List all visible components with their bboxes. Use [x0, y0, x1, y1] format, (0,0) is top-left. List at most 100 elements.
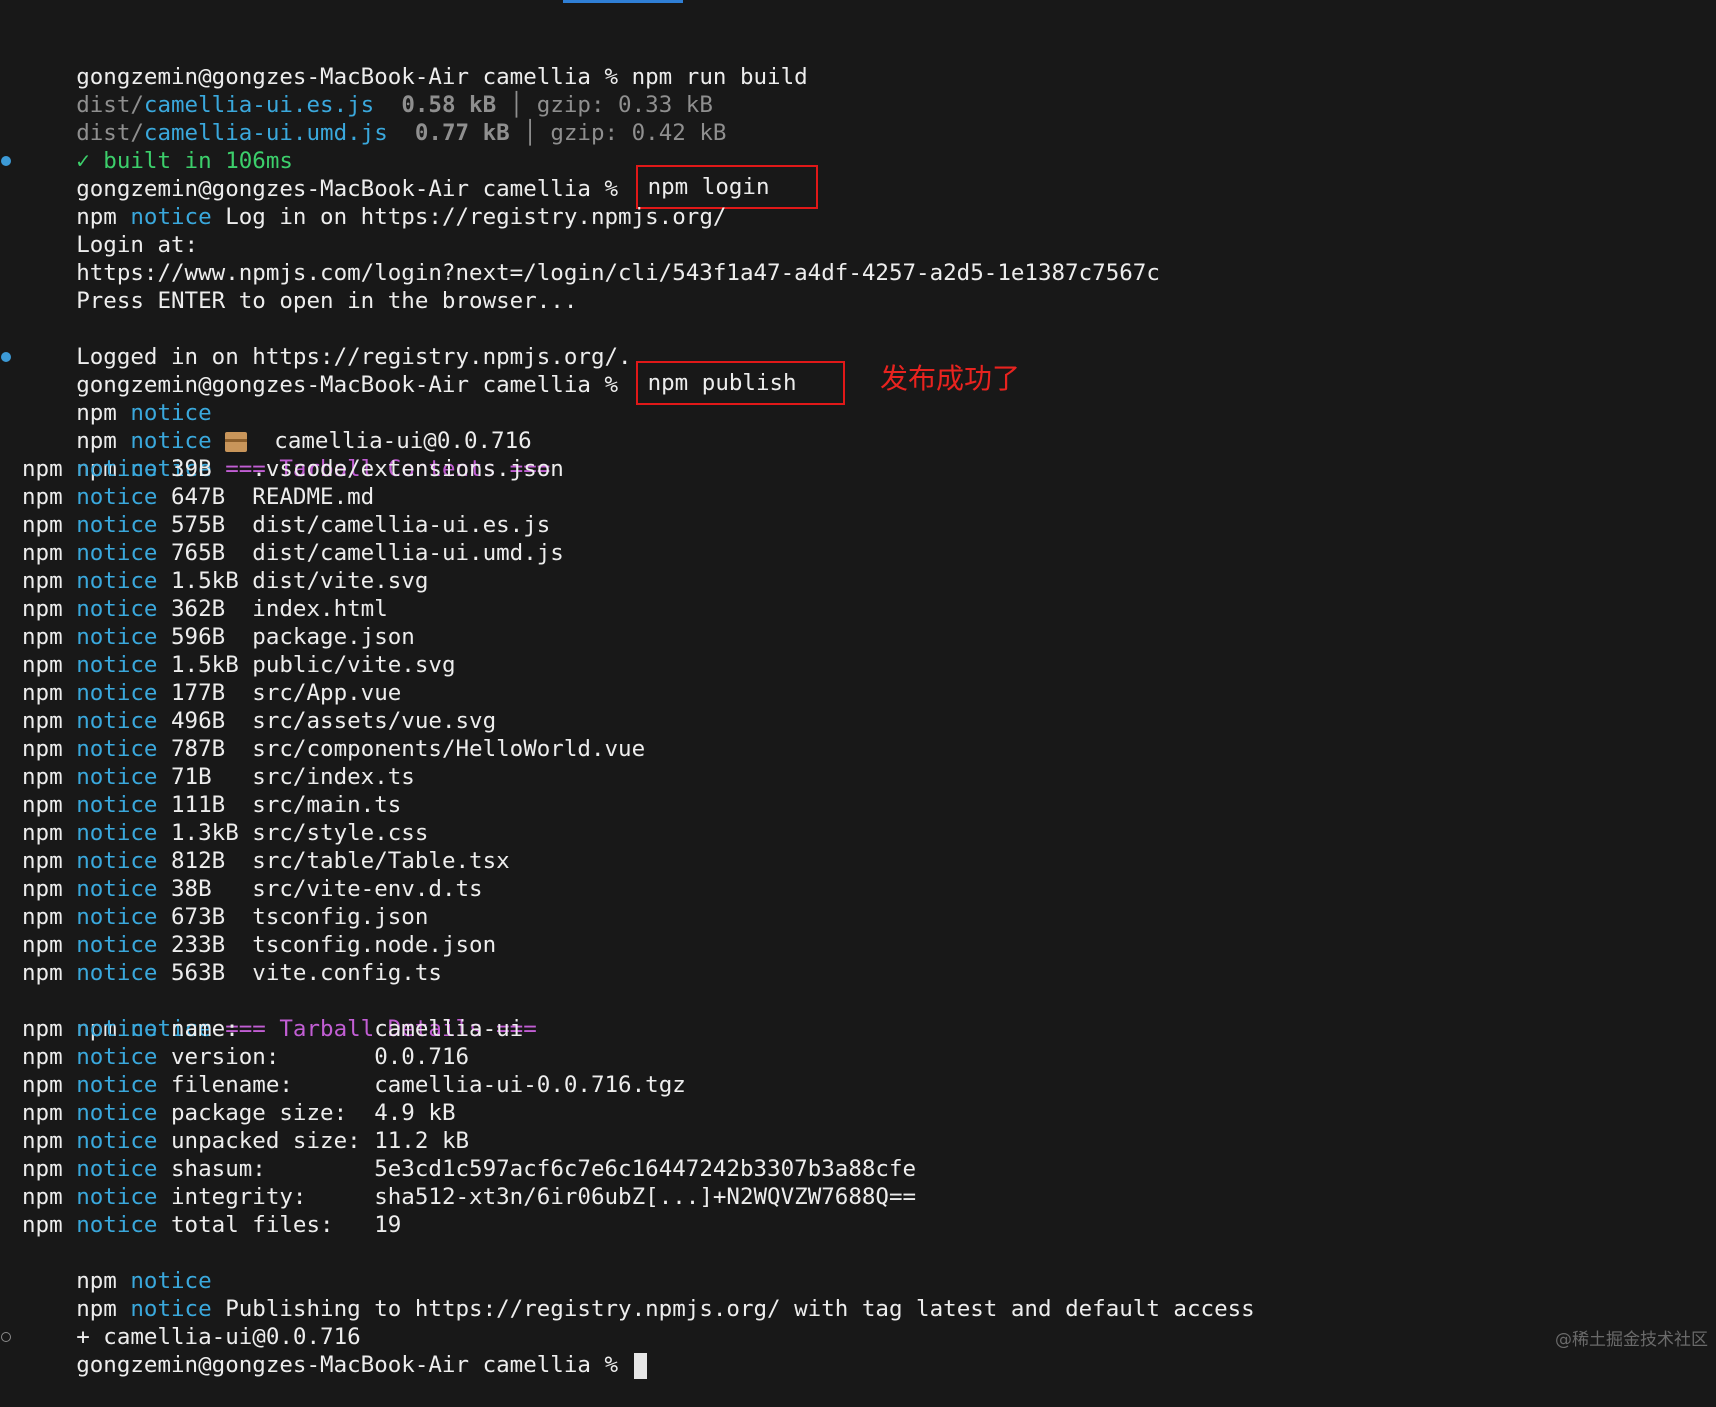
file-size: 673B: [171, 904, 239, 930]
file-path: public/vite.svg: [252, 652, 456, 678]
file-path: src/assets/vue.svg: [252, 708, 497, 734]
tarball-file-row: npm notice 812B src/table/Table.tsx: [0, 847, 1716, 875]
terminal-output[interactable]: gongzemin@gongzes-MacBook-Air camellia %…: [0, 35, 1716, 1379]
terminal-line: npm notice camellia-ui@0.0.716: [0, 399, 1716, 454]
npm-label: npm: [22, 540, 63, 566]
tarball-file-row: npm notice 177B src/App.vue: [0, 679, 1716, 707]
tarball-file-row: npm notice 787B src/components/HelloWorl…: [0, 735, 1716, 763]
tarball-detail-row: npm notice integrity: sha512-xt3n/6ir06u…: [0, 1183, 1716, 1211]
npm-label: npm: [22, 1044, 63, 1070]
terminal-line: Logged in on https://registry.npmjs.org/…: [0, 315, 1716, 370]
tarball-file-row: npm notice 673B tsconfig.json: [0, 903, 1716, 931]
file-path: src/components/HelloWorld.vue: [252, 736, 646, 762]
npm-label: npm: [22, 1212, 63, 1238]
terminal-line: npm notice === Tarball Details ===: [0, 987, 1716, 1042]
tarball-file-row: npm notice 575B dist/camellia-ui.es.js: [0, 511, 1716, 539]
text-cursor: [633, 1352, 647, 1379]
terminal-line: npm notice: [0, 1239, 1716, 1294]
npm-label: npm: [22, 820, 63, 846]
detail-value: 0.0.716: [374, 1044, 470, 1070]
command-status-dot: [1, 156, 11, 166]
notice-label: notice: [76, 764, 158, 790]
terminal-line: npm notice Publishing to https://registr…: [0, 1267, 1716, 1322]
npm-label: npm: [22, 1016, 63, 1042]
file-path: .vscode/extensions.json: [252, 456, 564, 482]
notice-label: notice: [76, 904, 158, 930]
terminal-line: + camellia-ui@0.0.716: [0, 1295, 1716, 1350]
npm-label: npm: [22, 568, 63, 594]
npm-label: npm: [22, 764, 63, 790]
tarball-file-row: npm notice 596B package.json: [0, 623, 1716, 651]
terminal-line: npm notice === Tarball Contents ===: [0, 427, 1716, 482]
detail-key: shasum:: [171, 1156, 375, 1182]
detail-value: camellia-ui-0.0.716.tgz: [374, 1072, 686, 1098]
notice-label: notice: [76, 1156, 158, 1182]
tarball-file-row: npm notice 71B src/index.ts: [0, 763, 1716, 791]
file-path: tsconfig.json: [252, 904, 429, 930]
file-size: 39B: [171, 456, 239, 482]
detail-value: 4.9 kB: [374, 1100, 456, 1126]
terminal-line: npm notice: [0, 371, 1716, 426]
file-size: 111B: [171, 792, 239, 818]
detail-key: unpacked size:: [171, 1128, 375, 1154]
tarball-file-row: npm notice 1.3kB src/style.css: [0, 819, 1716, 847]
tarball-file-row: npm notice 39B .vscode/extensions.json: [0, 455, 1716, 483]
terminal-line: ✓ built in 106ms: [0, 119, 1716, 174]
success-annotation: 发布成功了: [880, 362, 1021, 395]
notice-label: notice: [76, 596, 158, 622]
notice-label: notice: [76, 680, 158, 706]
npm-label: npm: [22, 624, 63, 650]
notice-label: notice: [76, 1184, 158, 1210]
detail-value: 11.2 kB: [374, 1128, 470, 1154]
npm-label: npm: [22, 904, 63, 930]
file-size: 787B: [171, 736, 239, 762]
file-path: src/App.vue: [252, 680, 402, 706]
npm-label: npm: [22, 848, 63, 874]
file-path: src/index.ts: [252, 764, 415, 790]
file-path: package.json: [252, 624, 415, 650]
tarball-file-row: npm notice 496B src/assets/vue.svg: [0, 707, 1716, 735]
detail-value: camellia-ui: [374, 1016, 524, 1042]
notice-label: notice: [76, 960, 158, 986]
npm-label: npm: [22, 932, 63, 958]
file-path: dist/camellia-ui.es.js: [252, 512, 551, 538]
tarball-file-row: npm notice 765B dist/camellia-ui.umd.js: [0, 539, 1716, 567]
detail-key: filename:: [171, 1072, 375, 1098]
file-path: README.md: [252, 484, 375, 510]
npm-label: npm: [22, 1100, 63, 1126]
npm-label: npm: [22, 736, 63, 762]
tarball-file-row: npm notice 111B src/main.ts: [0, 791, 1716, 819]
notice-label: notice: [76, 820, 158, 846]
terminal-line: gongzemin@gongzes-MacBook-Air camellia %…: [0, 147, 1716, 209]
file-path: index.html: [252, 596, 388, 622]
tarball-file-row: npm notice 38B src/vite-env.d.ts: [0, 875, 1716, 903]
npm-label: npm: [22, 596, 63, 622]
file-size: 71B: [171, 764, 239, 790]
notice-label: notice: [76, 624, 158, 650]
notice-label: notice: [76, 1212, 158, 1238]
notice-label: notice: [76, 792, 158, 818]
file-size: 575B: [171, 512, 239, 538]
notice-label: notice: [76, 1016, 158, 1042]
tarball-detail-row: npm notice shasum: 5e3cd1c597acf6c7e6c16…: [0, 1155, 1716, 1183]
file-size: 596B: [171, 624, 239, 650]
notice-label: notice: [76, 1072, 158, 1098]
file-size: 496B: [171, 708, 239, 734]
npm-label: npm: [22, 792, 63, 818]
tarball-detail-row: npm notice unpacked size: 11.2 kB: [0, 1127, 1716, 1155]
tarball-details-list: npm notice name: camellia-ui npm notice v…: [0, 1015, 1716, 1239]
notice-label: notice: [76, 456, 158, 482]
npm-label: npm: [22, 1072, 63, 1098]
terminal-line: https://www.npmjs.com/login?next=/login/…: [0, 231, 1716, 286]
notice-label: notice: [76, 708, 158, 734]
terminal-line: gongzemin@gongzes-MacBook-Air camellia %…: [0, 343, 1716, 405]
notice-label: notice: [76, 568, 158, 594]
tarball-file-row: npm notice 1.5kB dist/vite.svg: [0, 567, 1716, 595]
detail-key: version:: [171, 1044, 375, 1070]
file-path: tsconfig.node.json: [252, 932, 497, 958]
tarball-file-row: npm notice 1.5kB public/vite.svg: [0, 651, 1716, 679]
detail-value: 19: [374, 1212, 402, 1238]
active-tab-indicator: [563, 0, 683, 3]
file-size: 233B: [171, 932, 239, 958]
